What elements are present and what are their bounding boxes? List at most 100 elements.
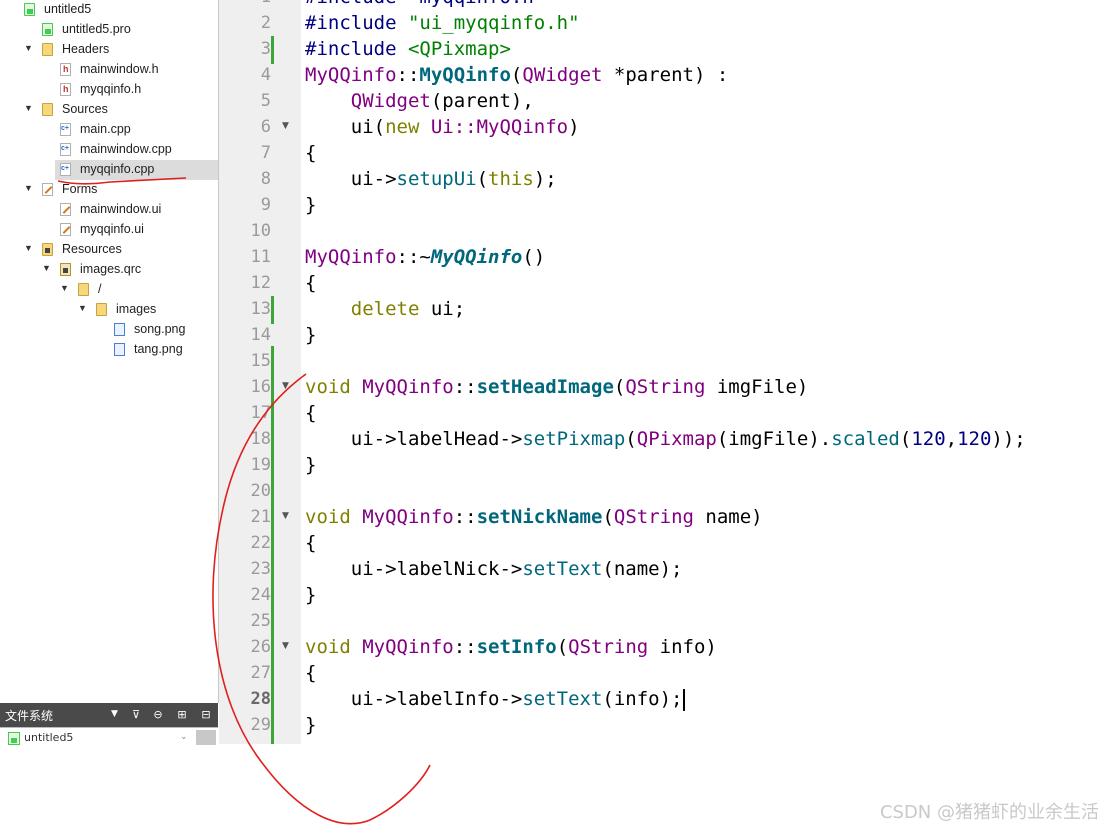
- folder-icon: [96, 303, 107, 316]
- code-token: );: [533, 168, 557, 190]
- line-number: 9: [260, 195, 271, 215]
- cpp-file-icon: [60, 163, 71, 176]
- tree-group-headers[interactable]: ▼ Headers: [0, 40, 218, 60]
- filesystem-location-combo[interactable]: untitled5 ⌄: [0, 727, 218, 748]
- tree-item-images-qrc[interactable]: ▼ images.qrc: [0, 260, 218, 280]
- text-cursor: [682, 688, 685, 711]
- code-line: {: [305, 140, 316, 166]
- close-pane-icon[interactable]: ⊟: [198, 707, 214, 723]
- line-number: 13: [250, 299, 271, 319]
- code-token: (parent),: [430, 90, 534, 112]
- line-number: 18: [250, 429, 271, 449]
- chevron-down-icon[interactable]: ▼: [24, 243, 34, 253]
- qt-project-icon: [8, 732, 20, 745]
- code-token: ui;: [419, 298, 466, 320]
- tree-item-pro[interactable]: untitled5.pro: [0, 20, 218, 40]
- code-token: {: [305, 662, 317, 684]
- tree-group-sources[interactable]: ▼ Sources: [0, 100, 218, 120]
- code-line: ui(new Ui::MyQQinfo): [305, 114, 580, 140]
- tree-item-label: myqqinfo.h: [80, 82, 142, 96]
- code-line: {: [305, 530, 316, 556]
- ui-file-icon: [60, 203, 71, 216]
- tree-root[interactable]: untitled5: [0, 0, 218, 20]
- line-number: 29: [250, 715, 271, 735]
- chevron-down-icon[interactable]: ▼: [24, 43, 34, 53]
- code-token: setNickName: [476, 506, 603, 528]
- forms-folder-icon: [42, 183, 53, 196]
- fold-marker-icon[interactable]: ▼: [282, 511, 289, 521]
- fold-marker-icon[interactable]: ▼: [282, 121, 289, 131]
- tree-item-myqqinfo-ui[interactable]: myqqinfo.ui: [0, 220, 218, 240]
- code-line: #include <QPixmap>: [305, 36, 511, 62]
- code-token: #include: [305, 38, 408, 60]
- code-token: {: [305, 532, 317, 554]
- code-token: "ui_myqqinfo.h": [407, 12, 580, 34]
- tree-item-mainwindow-cpp[interactable]: mainwindow.cpp: [0, 140, 218, 160]
- tree-item-label: images: [116, 302, 157, 316]
- chevron-down-icon[interactable]: ▼: [24, 103, 34, 113]
- code-token: }: [305, 584, 317, 606]
- line-number: 24: [250, 585, 271, 605]
- code-token: }: [305, 194, 317, 216]
- tree-item-main-cpp[interactable]: main.cpp: [0, 120, 218, 140]
- code-token: setHeadImage: [476, 376, 614, 398]
- code-token: this: [488, 168, 534, 190]
- header-file-icon: [60, 83, 71, 96]
- code-line: }: [305, 582, 316, 608]
- code-line: delete ui;: [305, 296, 465, 322]
- tree-item-tang-png[interactable]: tang.png: [0, 340, 218, 360]
- line-number: 20: [250, 481, 271, 501]
- filter-icon[interactable]: ⊽: [128, 707, 144, 723]
- chevron-down-icon[interactable]: ▼: [78, 303, 88, 313]
- change-marker: [271, 296, 274, 324]
- tree-item-images-folder[interactable]: ▼ images: [0, 300, 218, 320]
- tree-group-label: Resources: [62, 242, 122, 256]
- code-line: }: [305, 192, 316, 218]
- tree-item-myqqinfo-h[interactable]: myqqinfo.h: [0, 80, 218, 100]
- code-token: MyQQinfo: [419, 64, 511, 86]
- fold-marker-icon[interactable]: ▼: [282, 641, 289, 651]
- code-token: MyQQinfo: [476, 116, 569, 138]
- tree-item-label: mainwindow.h: [80, 62, 159, 76]
- link-icon[interactable]: ⊖: [150, 707, 166, 723]
- chevron-down-icon[interactable]: ▼: [60, 283, 70, 293]
- code-token: }: [305, 714, 317, 736]
- code-line: }: [305, 712, 316, 738]
- chevron-down-icon[interactable]: ▼: [42, 263, 52, 273]
- code-token: void: [305, 636, 351, 658]
- code-token: MyQQinfo: [350, 636, 454, 658]
- line-number: 23: [250, 559, 271, 579]
- line-number: 15: [250, 351, 271, 371]
- tree-item-song-png[interactable]: song.png: [0, 320, 218, 340]
- code-line: void MyQQinfo::setNickName(QString name): [305, 504, 763, 530]
- tree-item-myqqinfo-cpp-selected[interactable]: myqqinfo.cpp: [55, 160, 218, 180]
- filesystem-title[interactable]: 文件系统: [5, 707, 53, 724]
- project-tree[interactable]: untitled5 untitled5.pro ▼ Headers mainwi…: [0, 0, 219, 703]
- split-icon[interactable]: ⊞: [174, 707, 190, 723]
- line-number: 25: [250, 611, 271, 631]
- code-line: {: [305, 660, 316, 686]
- code-line: ui->labelHead->setPixmap(QPixmap(imgFile…: [305, 426, 1026, 452]
- line-number: 14: [250, 325, 271, 345]
- chevron-down-icon[interactable]: ⌄: [180, 732, 188, 742]
- line-number: 17: [250, 403, 271, 423]
- tree-root-label: untitled5: [44, 2, 92, 16]
- cpp-file-icon: [60, 143, 71, 156]
- code-token: ui(: [305, 116, 386, 138]
- tree-item-prefix[interactable]: ▼ /: [0, 280, 218, 300]
- tree-group-resources[interactable]: ▼ Resources: [0, 240, 218, 260]
- line-number: 10: [250, 221, 271, 241]
- line-number: 2: [260, 13, 271, 33]
- code-token: ));: [991, 428, 1026, 450]
- chevron-down-icon[interactable]: ▼: [111, 709, 118, 719]
- code-token: <QPixmap>: [407, 38, 511, 60]
- tree-item-mainwindow-h[interactable]: mainwindow.h: [0, 60, 218, 80]
- sync-button[interactable]: [196, 730, 216, 745]
- tree-item-label: tang.png: [134, 342, 183, 356]
- code-token: ui->: [305, 168, 397, 190]
- tree-item-mainwindow-ui[interactable]: mainwindow.ui: [0, 200, 218, 220]
- tree-group-forms[interactable]: ▼ Forms: [0, 180, 218, 200]
- fold-marker-icon[interactable]: ▼: [282, 381, 289, 391]
- chevron-down-icon[interactable]: ▼: [24, 183, 34, 193]
- code-token: setText: [522, 558, 603, 580]
